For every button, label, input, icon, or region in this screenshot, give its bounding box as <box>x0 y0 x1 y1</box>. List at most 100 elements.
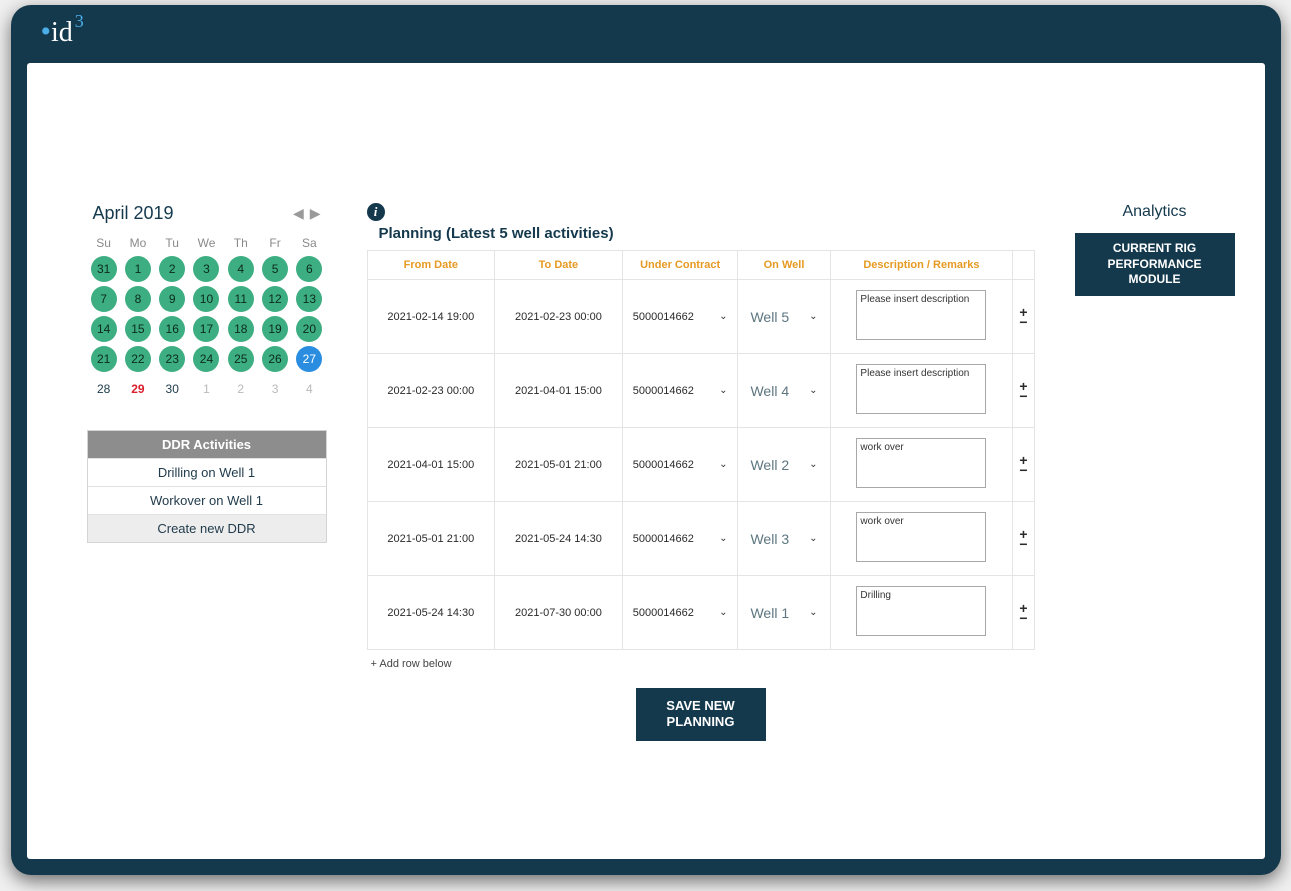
calendar-day[interactable]: 2 <box>228 376 254 402</box>
calendar-prev-icon[interactable]: ◀ <box>293 205 304 222</box>
calendar-day[interactable]: 1 <box>193 376 219 402</box>
content-frame: April 2019 ◀ ▶ SuMoTuWeThFrSa 3112345678… <box>27 63 1265 859</box>
calendar-day[interactable]: 13 <box>296 286 322 312</box>
from-date-cell[interactable]: 2021-02-14 19:00 <box>367 280 495 354</box>
calendar-day[interactable]: 16 <box>159 316 185 342</box>
calendar-day[interactable]: 29 <box>125 376 151 402</box>
calendar-day[interactable]: 3 <box>262 376 288 402</box>
contract-select[interactable]: 5000014662⌄ <box>629 311 732 323</box>
calendar-day[interactable]: 7 <box>91 286 117 312</box>
logo-text: id <box>51 17 73 49</box>
chevron-down-icon: ⌄ <box>719 607 727 618</box>
logo: •id3 <box>41 17 84 51</box>
calendar-day[interactable]: 25 <box>228 346 254 372</box>
calendar-dayname: We <box>189 232 223 254</box>
well-select[interactable]: Well 2⌄ <box>744 457 823 473</box>
calendar-day[interactable]: 8 <box>125 286 151 312</box>
chevron-down-icon: ⌄ <box>809 607 817 618</box>
description-input[interactable] <box>856 512 986 562</box>
to-date-cell[interactable]: 2021-02-23 00:00 <box>495 280 623 354</box>
logo-sup: 3 <box>75 11 84 32</box>
calendar-day[interactable]: 4 <box>296 376 322 402</box>
calendar-day[interactable]: 17 <box>193 316 219 342</box>
calendar-day[interactable]: 9 <box>159 286 185 312</box>
calendar-day[interactable]: 4 <box>228 256 254 282</box>
ddr-create-button[interactable]: Create new DDR <box>88 514 326 542</box>
planning-row: 2021-05-01 21:002021-05-24 14:30 50000146… <box>367 502 1034 576</box>
well-select[interactable]: Well 4⌄ <box>744 383 823 399</box>
calendar-day[interactable]: 18 <box>228 316 254 342</box>
rig-performance-module-button[interactable]: CURRENT RIG PERFORMANCE MODULE <box>1075 233 1235 296</box>
calendar-day[interactable]: 31 <box>91 256 117 282</box>
logo-dot-icon: • <box>41 15 52 49</box>
calendar-dayname: Fr <box>258 232 292 254</box>
chevron-down-icon: ⌄ <box>809 459 817 470</box>
to-date-cell[interactable]: 2021-04-01 15:00 <box>495 354 623 428</box>
planning-row: 2021-02-23 00:002021-04-01 15:00 50000146… <box>367 354 1034 428</box>
calendar-day[interactable]: 12 <box>262 286 288 312</box>
calendar-dayname: Sa <box>292 232 326 254</box>
contract-select[interactable]: 5000014662⌄ <box>629 459 732 471</box>
description-input[interactable] <box>856 364 986 414</box>
calendar-day[interactable]: 6 <box>296 256 322 282</box>
ddr-activity-row[interactable]: Drilling on Well 1 <box>88 458 326 486</box>
calendar-day[interactable]: 21 <box>91 346 117 372</box>
calendar-day[interactable]: 2 <box>159 256 185 282</box>
calendar-dayname: Th <box>224 232 258 254</box>
calendar-day[interactable]: 24 <box>193 346 219 372</box>
calendar-header: April 2019 ◀ ▶ <box>87 203 327 224</box>
calendar-day[interactable]: 15 <box>125 316 151 342</box>
well-select[interactable]: Well 3⌄ <box>744 531 823 547</box>
from-date-cell[interactable]: 2021-04-01 15:00 <box>367 428 495 502</box>
add-row-button[interactable]: + Add row below <box>371 658 1035 670</box>
remove-row-icon[interactable]: − <box>1019 317 1027 327</box>
calendar-day[interactable]: 27 <box>296 346 322 372</box>
calendar-day[interactable]: 19 <box>262 316 288 342</box>
to-date-cell[interactable]: 2021-05-01 21:00 <box>495 428 623 502</box>
analytics-title: Analytics <box>1075 203 1235 221</box>
description-input[interactable] <box>856 438 986 488</box>
remove-row-icon[interactable]: − <box>1019 465 1027 475</box>
calendar-day[interactable]: 5 <box>262 256 288 282</box>
chevron-down-icon: ⌄ <box>719 311 727 322</box>
calendar-next-icon[interactable]: ▶ <box>310 205 321 222</box>
contract-select[interactable]: 5000014662⌄ <box>629 533 732 545</box>
calendar-day[interactable]: 1 <box>125 256 151 282</box>
remove-row-icon[interactable]: − <box>1019 613 1027 623</box>
from-date-cell[interactable]: 2021-05-24 14:30 <box>367 576 495 650</box>
well-select[interactable]: Well 5⌄ <box>744 309 823 325</box>
info-icon[interactable]: i <box>367 203 385 221</box>
planning-column-header: From Date <box>367 251 495 280</box>
planning-column-header: On Well <box>738 251 830 280</box>
description-input[interactable] <box>856 586 986 636</box>
calendar-day[interactable]: 20 <box>296 316 322 342</box>
calendar-day[interactable]: 22 <box>125 346 151 372</box>
planning-panel: i Planning (Latest 5 well activities) Fr… <box>367 203 1035 741</box>
calendar-day[interactable]: 11 <box>228 286 254 312</box>
calendar-day[interactable]: 3 <box>193 256 219 282</box>
chevron-down-icon: ⌄ <box>719 385 727 396</box>
contract-select[interactable]: 5000014662⌄ <box>629 607 732 619</box>
calendar-day[interactable]: 14 <box>91 316 117 342</box>
planning-title: Planning (Latest 5 well activities) <box>379 225 1035 242</box>
from-date-cell[interactable]: 2021-02-23 00:00 <box>367 354 495 428</box>
remove-row-icon[interactable]: − <box>1019 539 1027 549</box>
description-input[interactable] <box>856 290 986 340</box>
calendar-title: April 2019 <box>93 203 174 224</box>
calendar-day[interactable]: 23 <box>159 346 185 372</box>
to-date-cell[interactable]: 2021-07-30 00:00 <box>495 576 623 650</box>
to-date-cell[interactable]: 2021-05-24 14:30 <box>495 502 623 576</box>
calendar-day[interactable]: 28 <box>91 376 117 402</box>
from-date-cell[interactable]: 2021-05-01 21:00 <box>367 502 495 576</box>
contract-select[interactable]: 5000014662⌄ <box>629 385 732 397</box>
planning-row: 2021-02-14 19:002021-02-23 00:00 50000146… <box>367 280 1034 354</box>
calendar-day[interactable]: 10 <box>193 286 219 312</box>
planning-column-header: Under Contract <box>622 251 738 280</box>
ddr-activity-row[interactable]: Workover on Well 1 <box>88 486 326 514</box>
well-select[interactable]: Well 1⌄ <box>744 605 823 621</box>
remove-row-icon[interactable]: − <box>1019 391 1027 401</box>
planning-row: 2021-04-01 15:002021-05-01 21:00 50000146… <box>367 428 1034 502</box>
save-planning-button[interactable]: SAVE NEW PLANNING <box>636 688 766 741</box>
calendar-day[interactable]: 26 <box>262 346 288 372</box>
calendar-day[interactable]: 30 <box>159 376 185 402</box>
